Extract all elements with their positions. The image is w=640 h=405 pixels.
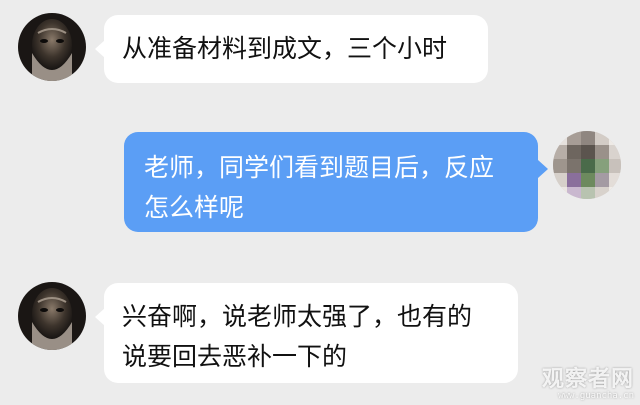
contact-avatar-image — [18, 282, 86, 350]
watermark-logo-text: 观察者网 — [541, 367, 634, 392]
outgoing-message[interactable]: 老师，同学们看到题目后，反应 怎么样呢 — [124, 132, 538, 232]
message-text-line-2: 怎么样呢 — [144, 193, 245, 222]
contact-avatar[interactable] — [18, 282, 86, 350]
watermark-url: www.guancha.cn — [558, 391, 634, 401]
pixelated-avatar-image — [553, 131, 621, 199]
watermark: 观察者网 www.guancha.cn — [541, 367, 634, 402]
message-text-line-1: 兴奋啊，说老师太强了，也有的 — [122, 302, 473, 331]
message-text-line-1: 老师，同学们看到题目后，反应 — [144, 153, 495, 182]
message-text-line-2: 说要回去恶补一下的 — [122, 342, 348, 371]
incoming-message[interactable]: 从准备材料到成文，三个小时 — [104, 15, 488, 83]
self-avatar[interactable] — [553, 131, 621, 199]
incoming-message[interactable]: 兴奋啊，说老师太强了，也有的 说要回去恶补一下的 — [104, 283, 518, 383]
outgoing-bubble-tail — [538, 160, 548, 178]
contact-avatar[interactable] — [18, 13, 86, 81]
contact-avatar-image — [18, 13, 86, 81]
message-text: 从准备材料到成文，三个小时 — [122, 34, 448, 63]
